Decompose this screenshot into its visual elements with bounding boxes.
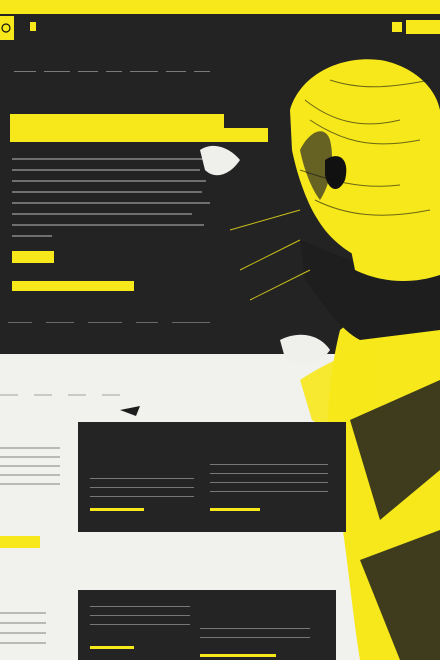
subnav-item[interactable] xyxy=(130,70,158,72)
subnav-item[interactable] xyxy=(106,70,122,72)
logo-mark-icon xyxy=(1,23,11,33)
card-column-text xyxy=(90,606,190,633)
nav-icon-button[interactable] xyxy=(392,22,402,32)
stat-item xyxy=(88,320,122,323)
hero-paragraph xyxy=(12,158,212,246)
feature-card xyxy=(78,590,336,660)
stat-item xyxy=(8,320,32,323)
logo[interactable] xyxy=(0,16,14,40)
hero-headline-line-1 xyxy=(10,114,224,128)
hero-primary-button[interactable] xyxy=(12,251,54,263)
top-accent-strip xyxy=(0,0,440,14)
stat-item xyxy=(46,320,74,323)
subnav-item[interactable] xyxy=(78,70,98,72)
subnav-item[interactable] xyxy=(194,70,210,72)
hero-headline-line-2 xyxy=(10,128,268,142)
card-column-text xyxy=(200,628,310,646)
card-column-link[interactable] xyxy=(200,654,276,657)
card-column-text xyxy=(210,464,328,500)
card-column-link[interactable] xyxy=(210,508,260,511)
stat-item xyxy=(172,320,210,323)
section-divider xyxy=(0,394,120,396)
left-column-button[interactable] xyxy=(0,536,40,548)
left-column xyxy=(0,440,70,485)
stat-item xyxy=(136,320,158,323)
subnav-item[interactable] xyxy=(14,70,36,72)
sub-navigation xyxy=(14,70,210,72)
subnav-item[interactable] xyxy=(166,70,186,72)
card-column-link[interactable] xyxy=(90,508,144,511)
card-column-link[interactable] xyxy=(90,646,134,649)
hero-secondary-button[interactable] xyxy=(12,281,134,291)
card-column-text xyxy=(90,478,194,505)
nav-cta-button[interactable] xyxy=(406,20,440,34)
brand-label[interactable] xyxy=(30,22,36,31)
left-column-text-2 xyxy=(0,612,46,652)
hero-stats xyxy=(8,320,210,323)
subnav-item[interactable] xyxy=(44,70,70,72)
feature-card xyxy=(78,422,346,532)
